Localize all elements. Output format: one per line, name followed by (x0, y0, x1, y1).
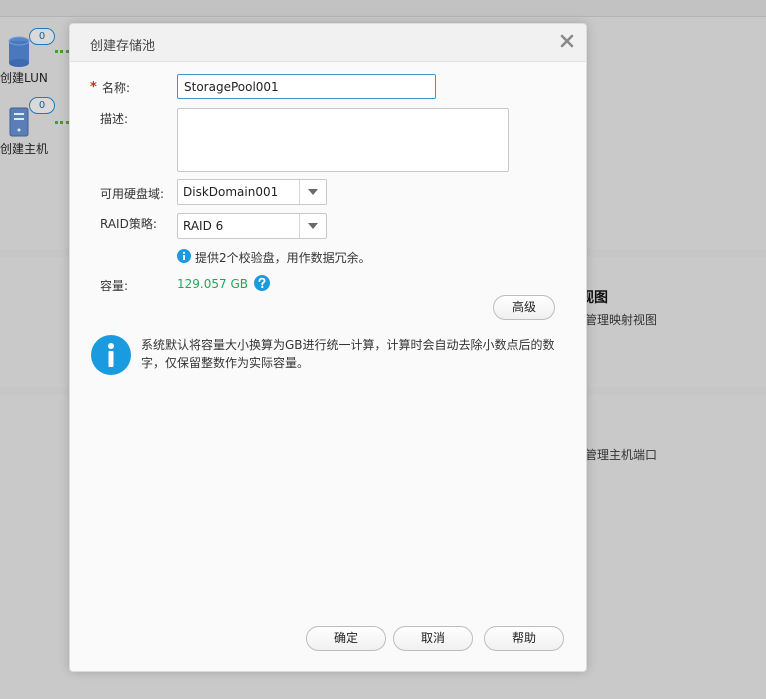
required-asterisk: * (90, 80, 97, 95)
description-label: 描述: (100, 112, 129, 126)
raid-policy-select[interactable]: RAID 6 (177, 213, 327, 239)
host-port-description: 管理主机端口 (585, 448, 658, 462)
host-count-badge: 0 (29, 97, 55, 114)
description-textarea[interactable] (177, 108, 509, 172)
lun-count-badge: 0 (29, 28, 55, 45)
lun-database-icon (8, 36, 30, 67)
background-top-bar (0, 0, 766, 17)
info-icon (91, 335, 131, 375)
create-lun-label[interactable]: 创建LUN (0, 69, 48, 86)
name-input[interactable] (177, 74, 436, 99)
raid-policy-value: RAID 6 (183, 219, 224, 233)
disk-domain-select[interactable]: DiskDomain001 (177, 179, 327, 205)
dialog-header: 创建存储池 (70, 24, 586, 62)
disk-domain-dropdown[interactable] (299, 180, 326, 204)
name-label: 名称: (102, 81, 131, 95)
raid-policy-label: RAID策略: (100, 217, 157, 231)
ok-button[interactable]: 确定 (306, 626, 386, 651)
raid-policy-dropdown[interactable] (299, 214, 326, 238)
lun-connector (55, 50, 69, 53)
create-host-label[interactable]: 创建主机 (0, 140, 48, 157)
chevron-down-icon (308, 223, 318, 229)
help-button[interactable]: 帮助 (484, 626, 564, 651)
disk-domain-label: 可用硬盘域: (100, 187, 165, 201)
capacity-value: 129.057 GB (177, 277, 248, 291)
capacity-label: 容量: (100, 279, 129, 293)
chevron-down-icon (308, 189, 318, 195)
help-question-icon[interactable] (254, 275, 270, 291)
advanced-button[interactable]: 高级 (493, 295, 555, 320)
disk-domain-value: DiskDomain001 (183, 185, 279, 199)
cancel-button[interactable]: 取消 (393, 626, 473, 651)
close-icon[interactable] (558, 32, 576, 50)
raid-hint-text: 提供2个校验盘，用作数据冗余。 (195, 251, 371, 265)
dialog-title: 创建存储池 (90, 39, 156, 54)
mapping-view-description: 管理映射视图 (585, 313, 658, 327)
info-small-icon (177, 249, 191, 263)
capacity-info-message: 系统默认将容量大小换算为GB进行统一计算，计算时会自动去除小数点后的数字，仅保留… (141, 338, 555, 370)
host-server-icon (9, 107, 29, 137)
host-connector (55, 121, 69, 124)
create-storage-pool-dialog: 创建存储池 * 名称: 描述: 可用硬盘域: DiskDomain001 RAI… (69, 23, 587, 672)
